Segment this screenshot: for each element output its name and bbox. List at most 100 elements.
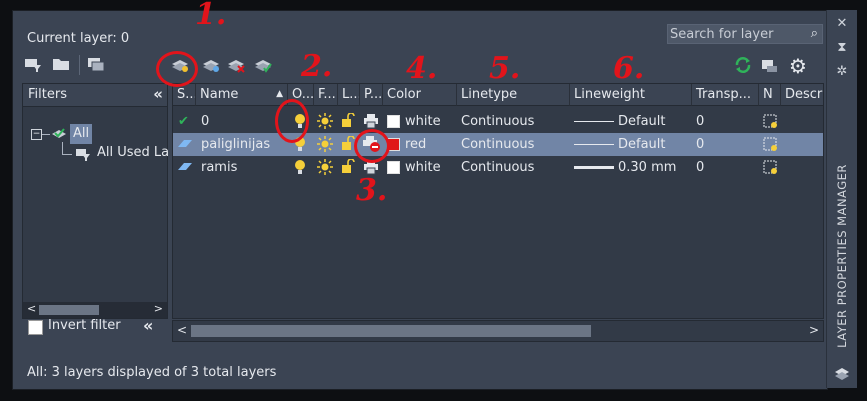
palette-title-strip: ✕ ⧗ ✲ LAYER PROPERTIES MANAGER — [826, 10, 857, 388]
col-header-status[interactable]: S... — [173, 84, 196, 106]
unlock-icon[interactable] — [341, 110, 355, 133]
new-vp-freeze-icon[interactable] — [763, 133, 779, 156]
annotation-1: 1. — [195, 0, 227, 32]
palette-title-text: LAYER PROPERTIES MANAGER — [835, 164, 849, 348]
col-header-lock[interactable]: L... — [338, 84, 360, 106]
delete-layer-icon[interactable] — [226, 55, 246, 73]
new-vp-freeze-icon[interactable] — [763, 156, 779, 179]
annotation-2: 2. — [301, 49, 333, 84]
sun-thaw-icon[interactable] — [317, 156, 333, 179]
transparency-value[interactable]: 0 — [696, 156, 704, 179]
layer-name[interactable]: paliglinijas — [201, 133, 270, 156]
layer-grid: S... Name ▲ O... F... L... P... Color Lin… — [172, 83, 824, 319]
linetype-value[interactable]: Continuous — [461, 110, 534, 133]
scroll-right-icon[interactable]: > — [809, 323, 819, 337]
unlock-icon[interactable] — [341, 133, 355, 156]
layer-properties-panel: Current layer: 0 Search for layer ⌕ ⚙ Fi… — [12, 0, 828, 390]
col-header-description[interactable]: Descri — [781, 84, 823, 106]
settings-gear-icon[interactable]: ⚙ — [786, 54, 810, 78]
scroll-left-icon[interactable]: < — [27, 302, 36, 315]
lineweight-sample-line — [574, 166, 614, 169]
layer-stack-icon[interactable] — [834, 366, 850, 382]
search-placeholder: Search for layer — [670, 27, 774, 42]
palette-title: LAYER PROPERTIES MANAGER — [825, 156, 859, 356]
color-name[interactable]: red — [405, 133, 426, 156]
col-header-name-label: Name — [200, 87, 239, 102]
new-group-filter-icon[interactable] — [51, 55, 71, 73]
all-filter-icon — [51, 126, 69, 146]
new-layer-vp-frozen-icon[interactable] — [201, 55, 221, 73]
refresh-icon[interactable] — [733, 56, 753, 74]
unlock-icon[interactable] — [341, 156, 355, 179]
toolbar-divider — [79, 55, 80, 75]
color-swatch[interactable] — [387, 115, 400, 128]
col-header-color[interactable]: Color — [383, 84, 457, 106]
col-header-name[interactable]: Name ▲ — [196, 84, 288, 106]
status-bar: All: 3 layers displayed of 3 total layer… — [27, 365, 277, 380]
scroll-right-icon[interactable]: > — [154, 302, 163, 315]
annotation-circle-3 — [354, 129, 390, 163]
color-name[interactable]: white — [405, 110, 441, 133]
scroll-left-icon[interactable]: < — [177, 323, 187, 337]
filters-pane: Filters « − All All Used La < > — [22, 83, 169, 319]
filters-header: Filters « — [23, 84, 167, 107]
set-current-icon[interactable] — [253, 55, 273, 73]
lineweight-value[interactable]: Default — [618, 133, 666, 156]
layer-tools-icon[interactable] — [759, 56, 779, 74]
layer-status-icon — [177, 133, 193, 156]
used-layers-filter-icon — [75, 146, 91, 166]
sun-thaw-icon[interactable] — [317, 133, 333, 156]
col-header-linetype[interactable]: Linetype — [457, 84, 570, 106]
annotation-4: 4. — [406, 51, 438, 86]
collapse-pane-icon[interactable]: « — [143, 316, 153, 335]
annotation-circle-1 — [156, 51, 198, 87]
layer-row-1[interactable]: paliglinijas red Continuous Default 0 — [173, 133, 823, 156]
tree-item-all-used-layers[interactable]: All Used La — [97, 145, 169, 160]
auto-hide-icon[interactable]: ⧗ — [834, 40, 850, 56]
tree-connector — [62, 154, 72, 155]
layer-row-0[interactable]: ✔ 0 white Continuous Default 0 — [173, 110, 823, 133]
annotation-3: 3. — [356, 173, 388, 208]
close-icon[interactable]: ✕ — [834, 16, 850, 32]
new-vp-freeze-icon[interactable] — [763, 110, 779, 133]
col-header-transparency[interactable]: Transp... — [692, 84, 759, 106]
bulb-on-icon[interactable] — [293, 156, 307, 179]
search-layer-input[interactable]: Search for layer ⌕ — [667, 24, 823, 44]
col-header-plot[interactable]: P... — [360, 84, 383, 106]
invert-filter-label: Invert filter — [48, 318, 121, 333]
lineweight-value[interactable]: Default — [618, 110, 666, 133]
lineweight-sample-line — [574, 121, 614, 122]
linetype-value[interactable]: Continuous — [461, 133, 534, 156]
lineweight-sample-line — [574, 144, 614, 145]
tree-collapse-icon[interactable]: − — [31, 129, 42, 140]
layer-row-2[interactable]: ramis white Continuous 0.30 mm 0 — [173, 156, 823, 179]
color-name[interactable]: white — [405, 156, 441, 179]
color-swatch[interactable] — [387, 161, 400, 174]
grid-hscrollbar[interactable]: < > — [172, 320, 824, 342]
invert-filter-checkbox[interactable] — [28, 320, 43, 335]
transparency-value[interactable]: 0 — [696, 110, 704, 133]
tree-item-all[interactable]: All — [70, 124, 93, 144]
annotation-circle-2 — [275, 99, 309, 143]
filters-title: Filters — [28, 87, 67, 102]
annotation-5: 5. — [489, 51, 521, 86]
annotation-6: 6. — [613, 51, 645, 86]
search-icon[interactable]: ⌕ — [811, 26, 818, 41]
scroll-thumb[interactable] — [191, 325, 591, 337]
layer-name[interactable]: 0 — [201, 110, 209, 133]
scroll-thumb[interactable] — [39, 305, 99, 315]
sun-thaw-icon[interactable] — [317, 110, 333, 133]
current-layer-check-icon: ✔ — [178, 114, 189, 129]
linetype-value[interactable]: Continuous — [461, 156, 534, 179]
col-header-lineweight[interactable]: Lineweight — [570, 84, 692, 106]
collapse-filters-icon[interactable]: « — [153, 85, 163, 103]
layer-states-manager-icon[interactable] — [86, 55, 106, 73]
layer-name[interactable]: ramis — [201, 156, 237, 179]
transparency-value[interactable]: 0 — [696, 133, 704, 156]
properties-icon[interactable]: ✲ — [834, 64, 850, 80]
col-header-freeze[interactable]: F... — [314, 84, 338, 106]
lineweight-value[interactable]: 0.30 mm — [618, 156, 676, 179]
col-header-new-vp-freeze[interactable]: N — [759, 84, 781, 106]
tree-connector — [42, 134, 50, 135]
new-property-filter-icon[interactable] — [23, 55, 43, 73]
